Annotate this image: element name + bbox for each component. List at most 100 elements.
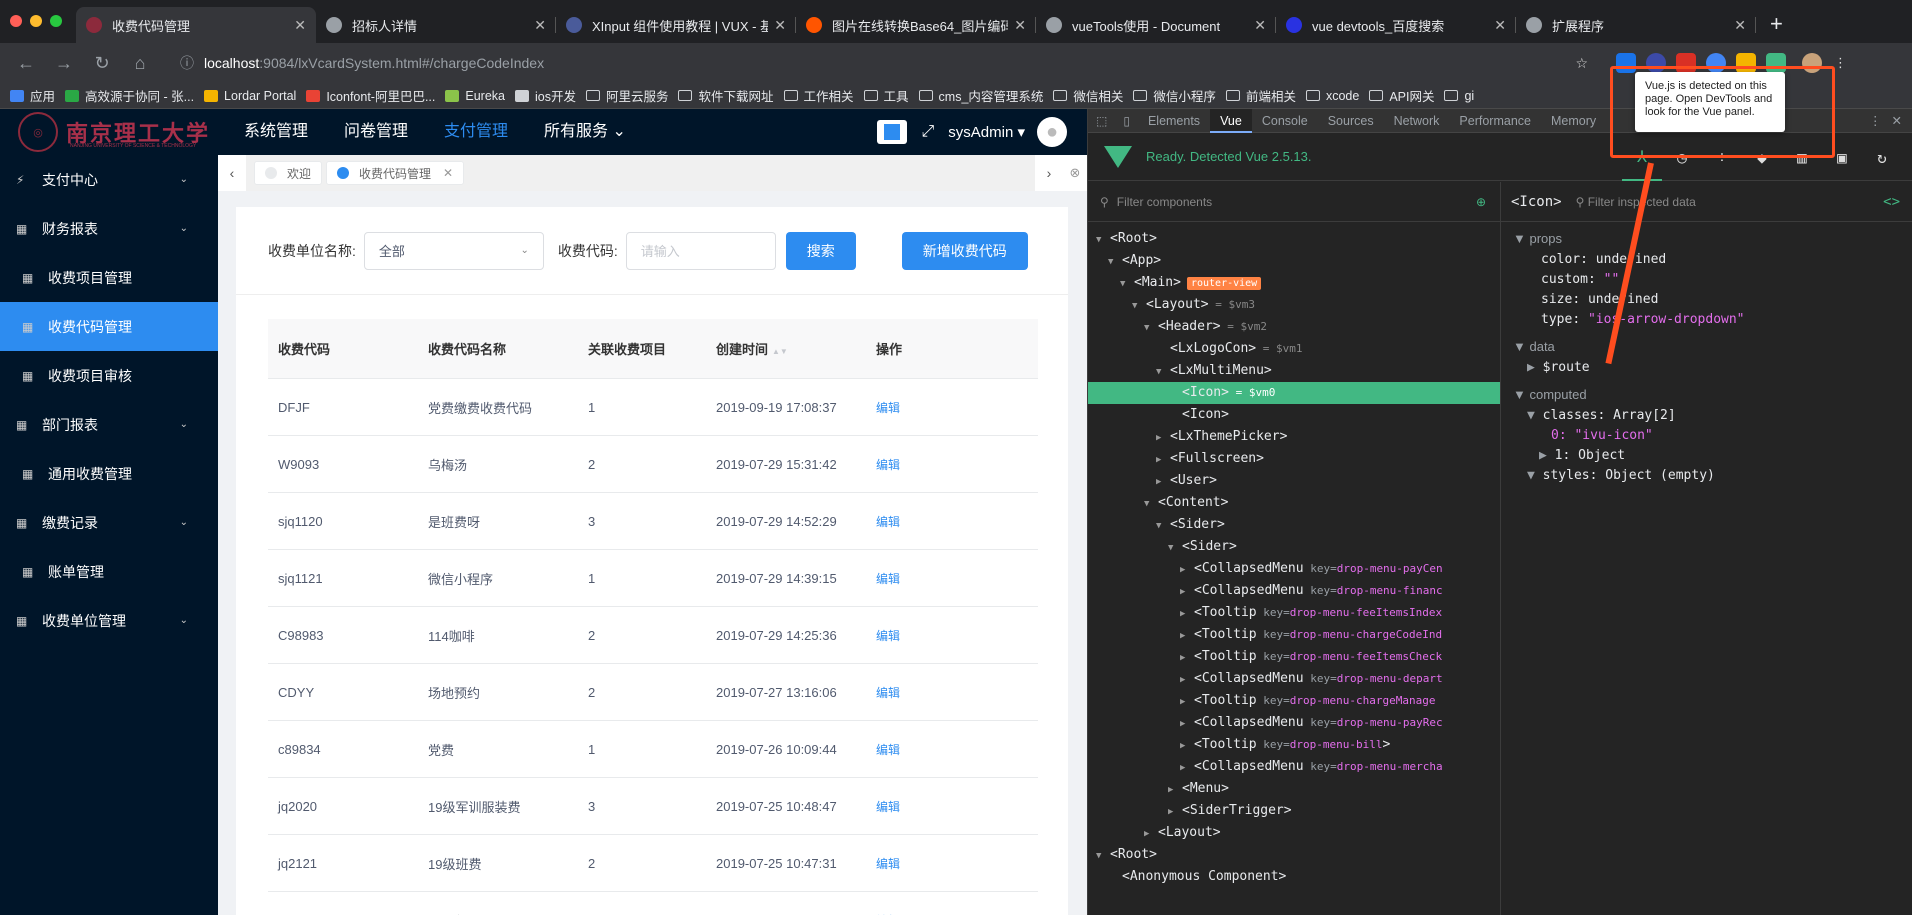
expand-arrow-icon[interactable]: ▼: [1156, 515, 1170, 536]
bookmark-item[interactable]: Iconfont-阿里巴巴...: [306, 86, 435, 105]
computed-section[interactable]: ▼ computed: [1501, 384, 1912, 406]
component-tree-node[interactable]: <Icon>: [1088, 404, 1500, 426]
new-tab-button[interactable]: +: [1756, 11, 1783, 43]
component-tree-node[interactable]: ▶ <Menu>: [1088, 778, 1500, 800]
tags-scroll-right-icon[interactable]: ›: [1035, 155, 1063, 191]
collapse-arrow-icon[interactable]: ▶: [1180, 669, 1194, 690]
avatar[interactable]: ●: [1037, 117, 1067, 147]
sidebar-item[interactable]: ⚡ 支付中心 ⌄: [0, 155, 218, 204]
bookmark-item[interactable]: 软件下载网址: [678, 86, 774, 105]
top-menu-item[interactable]: 系统管理: [244, 109, 308, 155]
edit-link[interactable]: 编辑: [876, 798, 1038, 815]
devtools-tab[interactable]: Sources: [1318, 109, 1384, 133]
edit-link[interactable]: 编辑: [876, 912, 1038, 915]
search-button[interactable]: 搜索: [785, 231, 856, 270]
collapse-arrow-icon[interactable]: ▶: [1180, 625, 1194, 646]
component-tree-node[interactable]: ▶ <Tooltip key=drop-menu-feeItemsIndex: [1088, 602, 1500, 624]
edit-link[interactable]: 编辑: [876, 855, 1038, 872]
filter-components-input[interactable]: ⚲ Filter components ⊕: [1088, 182, 1500, 222]
collapse-arrow-icon[interactable]: ▶: [1156, 427, 1170, 448]
top-menu-item[interactable]: 支付管理: [444, 109, 508, 155]
browser-tab[interactable]: 收费代码管理 ✕: [76, 7, 316, 43]
edit-link[interactable]: 编辑: [876, 627, 1038, 644]
bookmark-item[interactable]: cms_内容管理系统: [918, 86, 1043, 105]
sidebar-item[interactable]: ▦ 收费项目审核: [0, 351, 218, 400]
computed-classes[interactable]: ▼ classes: Array[2]: [1501, 406, 1912, 426]
close-tab-icon[interactable]: ✕: [1734, 17, 1746, 34]
close-tab-icon[interactable]: ✕: [1254, 17, 1266, 34]
component-tree-node[interactable]: ▼ <Root>: [1088, 228, 1500, 250]
info-icon[interactable]: ⓘ: [180, 53, 194, 73]
browser-tab[interactable]: vue devtools_百度搜索 ✕: [1276, 7, 1516, 43]
unit-select[interactable]: 全部 ⌄: [363, 231, 544, 270]
menu-dots-icon[interactable]: ⋮: [1834, 55, 1847, 71]
edit-link[interactable]: 编辑: [876, 570, 1038, 587]
expand-arrow-icon[interactable]: ▼: [1132, 295, 1146, 316]
edit-link[interactable]: 编辑: [876, 513, 1038, 530]
refresh-icon[interactable]: ↻: [1862, 148, 1902, 167]
tags-scroll-left-icon[interactable]: ‹: [218, 155, 246, 191]
bookmark-item[interactable]: gi: [1444, 89, 1474, 103]
component-tree-node[interactable]: ▶ <LxThemePicker>: [1088, 426, 1500, 448]
collapse-arrow-icon[interactable]: ▶: [1180, 559, 1194, 580]
bookmark-item[interactable]: 微信相关: [1053, 86, 1123, 105]
expand-arrow-icon[interactable]: ▼: [1144, 493, 1158, 514]
data-section[interactable]: ▼ data: [1501, 336, 1912, 358]
close-tag-icon[interactable]: ✕: [443, 166, 453, 180]
bookmark-item[interactable]: 应用: [10, 86, 55, 105]
collapse-arrow-icon[interactable]: ▶: [1156, 471, 1170, 492]
bookmark-item[interactable]: 前端相关: [1225, 86, 1296, 105]
code-input[interactable]: 请输入: [625, 231, 776, 270]
collapse-arrow-icon[interactable]: ▶: [1180, 647, 1194, 668]
devtools-tab[interactable]: Vue: [1210, 108, 1252, 133]
bookmark-item[interactable]: 高效源于协同 - 张...: [65, 86, 194, 105]
component-tree-node[interactable]: ▶ <CollapsedMenu key=drop-menu-financ: [1088, 580, 1500, 602]
collapse-arrow-icon[interactable]: ▶: [1180, 581, 1194, 602]
collapse-arrow-icon[interactable]: ▶: [1144, 823, 1158, 844]
browser-tab[interactable]: 图片在线转换Base64_图片编码Ba ✕: [796, 7, 1036, 43]
maximize-window-button[interactable]: [50, 15, 62, 27]
sidebar-item[interactable]: ▦ 缴费记录 ⌄: [0, 498, 218, 547]
collapse-arrow-icon[interactable]: ▶: [1156, 449, 1170, 470]
data-route[interactable]: ▶ $route: [1501, 358, 1912, 378]
component-tree-node[interactable]: ▶ <User>: [1088, 470, 1500, 492]
address-bar[interactable]: ⓘ localhost :9084/lxVcardSystem.html#/ch…: [166, 48, 1606, 78]
top-menu-item[interactable]: 所有服务 ⌄: [544, 109, 626, 155]
collapse-arrow-icon[interactable]: ▶: [1180, 603, 1194, 624]
sidebar-item[interactable]: ▦ 收费单位管理 ⌄: [0, 596, 218, 645]
device-toolbar-icon[interactable]: ▯: [1123, 114, 1130, 128]
component-tree-node[interactable]: ▼ <Content>: [1088, 492, 1500, 514]
bookmark-item[interactable]: Lordar Portal: [204, 89, 296, 103]
edit-link[interactable]: 编辑: [876, 741, 1038, 758]
component-tree-node[interactable]: ▶ <Tooltip key=drop-menu-chargeManage: [1088, 690, 1500, 712]
component-tree-node[interactable]: ▼ <Header> = $vm2: [1088, 316, 1500, 338]
expand-arrow-icon[interactable]: ▼: [1168, 537, 1182, 558]
fullscreen-icon[interactable]: ⤢: [921, 123, 934, 141]
collapse-arrow-icon[interactable]: ▶: [1180, 691, 1194, 712]
component-tree-node[interactable]: ▶ <CollapsedMenu key=drop-menu-payCen: [1088, 558, 1500, 580]
sidebar-item[interactable]: ▦ 通用收费管理: [0, 449, 218, 498]
props-section[interactable]: ▼ props: [1501, 228, 1912, 250]
minimize-window-button[interactable]: [30, 15, 42, 27]
add-charge-code-button[interactable]: 新增收费代码: [901, 231, 1028, 270]
component-tree-node[interactable]: ▼ <Root>: [1088, 844, 1500, 866]
home-button[interactable]: ⌂: [128, 53, 152, 74]
inspect-element-icon[interactable]: ⬚: [1096, 114, 1107, 128]
devtools-tab[interactable]: Network: [1384, 109, 1450, 133]
forward-button[interactable]: →: [52, 53, 76, 74]
theme-picker-button[interactable]: [877, 120, 908, 144]
component-tree-node[interactable]: ▼ <Layout> = $vm3: [1088, 294, 1500, 316]
expand-arrow-icon[interactable]: ▼: [1156, 361, 1170, 382]
component-tree-node[interactable]: ▶ <Fullscreen>: [1088, 448, 1500, 470]
component-tree-node[interactable]: ▶ <SiderTrigger>: [1088, 800, 1500, 822]
component-tree-node[interactable]: ▶ <CollapsedMenu key=drop-menu-mercha: [1088, 756, 1500, 778]
close-window-button[interactable]: [10, 15, 22, 27]
component-tree-node[interactable]: <Icon> = $vm0: [1088, 382, 1500, 404]
component-tree-node[interactable]: ▶ <Tooltip key=drop-menu-feeItemsCheck: [1088, 646, 1500, 668]
sidebar-item[interactable]: ▦ 财务报表 ⌄: [0, 204, 218, 253]
component-tree-node[interactable]: ▼ <Sider>: [1088, 514, 1500, 536]
expand-arrow-icon[interactable]: ▼: [1108, 251, 1122, 272]
close-all-tags-icon[interactable]: ⊗: [1063, 155, 1087, 191]
bookmark-item[interactable]: 阿里云服务: [585, 86, 668, 105]
devtools-more-icon[interactable]: ⋮: [1869, 113, 1882, 128]
